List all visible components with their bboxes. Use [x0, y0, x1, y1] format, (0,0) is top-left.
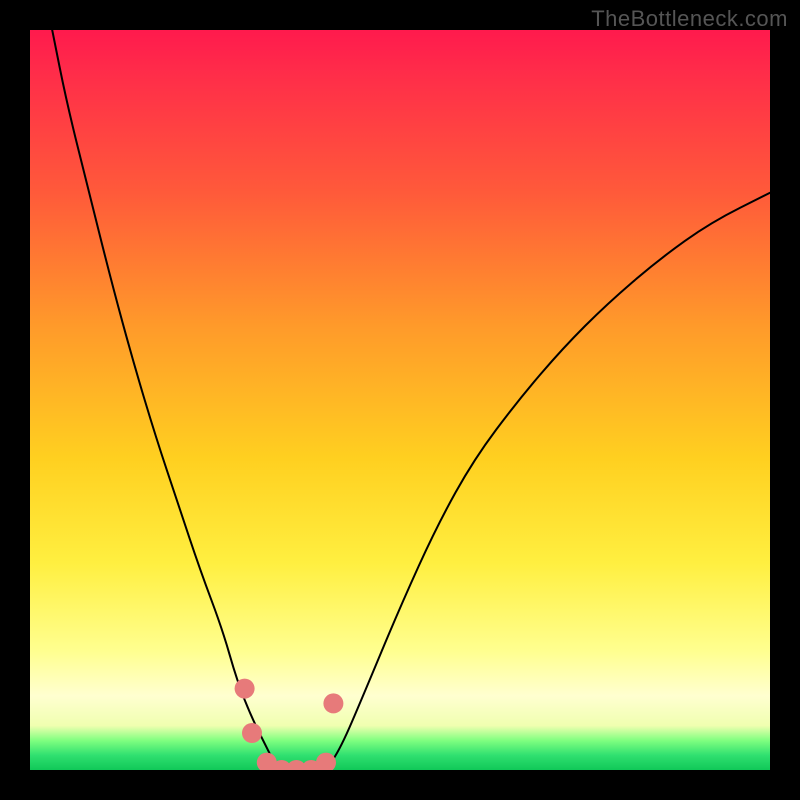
valley-marker	[235, 679, 255, 699]
curve-left-branch	[52, 30, 281, 770]
valley-marker	[323, 693, 343, 713]
plot-area	[30, 30, 770, 770]
valley-marker	[242, 723, 262, 743]
chart-frame: TheBottleneck.com	[0, 0, 800, 800]
watermark-text: TheBottleneck.com	[591, 6, 788, 32]
curve-right-branch	[326, 193, 770, 770]
curve-svg	[30, 30, 770, 770]
valley-marker	[316, 753, 336, 770]
